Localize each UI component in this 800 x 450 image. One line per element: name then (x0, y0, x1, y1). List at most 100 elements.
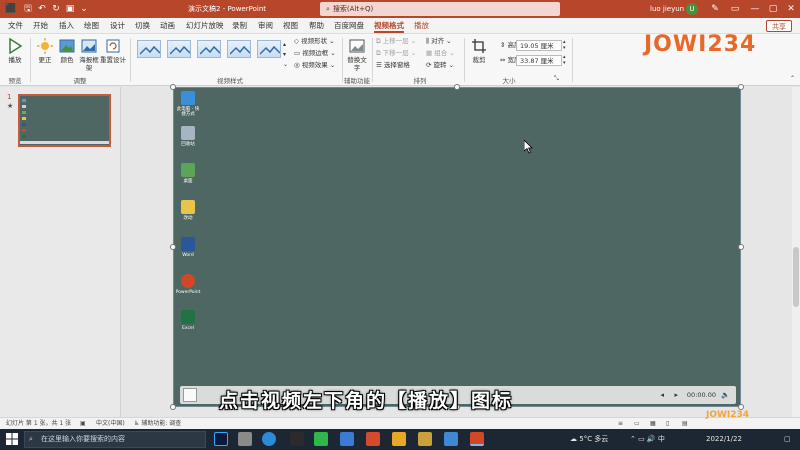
tab-slideshow[interactable]: 幻灯片放映 (186, 18, 224, 34)
slide-sorter-icon[interactable]: ▦ (650, 418, 656, 429)
autosave-icon[interactable]: ⬛ (5, 2, 17, 16)
styles-scroll-icon[interactable]: ▴ ▾ ⌄ (283, 40, 288, 70)
save-icon[interactable]: 🖫 (22, 2, 34, 16)
tab-design[interactable]: 设计 (110, 18, 125, 34)
alt-text-icon (349, 39, 365, 53)
vertical-scrollbar[interactable] (792, 87, 800, 417)
app-icon[interactable] (418, 432, 432, 446)
scrollbar-thumb[interactable] (793, 247, 799, 307)
language-indicator[interactable]: 中文(中国) (96, 418, 125, 429)
reset-design-button[interactable]: 重置设计 (100, 38, 126, 64)
crop-button[interactable]: 裁剪 (468, 38, 490, 64)
clock-date[interactable]: 2022/1/22 (706, 429, 742, 450)
video-effects-button[interactable]: ◎ 视频效果 ⌄ (294, 60, 335, 70)
tab-view[interactable]: 视图 (283, 18, 298, 34)
seek-forward-icon[interactable]: ▸ (674, 386, 678, 404)
customize-quick-access-icon[interactable]: ⌄ (78, 2, 90, 16)
video-border-button[interactable]: ▭ 视频边框 ⌄ (294, 48, 336, 58)
rotate-button[interactable]: ⟳ 旋转 ⌄ (426, 60, 454, 70)
reading-view-icon[interactable]: ▯ (666, 418, 669, 429)
bring-forward-button[interactable]: ⧉ 上移一层 ⌄ (376, 36, 416, 46)
resize-handle[interactable] (170, 404, 176, 410)
avatar[interactable]: U (686, 3, 698, 15)
size-dialog-launcher-icon[interactable]: ⤡ (554, 74, 559, 84)
notification-icon[interactable]: ▢ (784, 429, 791, 450)
group-button[interactable]: ▦ 组合 ⌄ (426, 48, 455, 58)
width-spinner[interactable]: ▴ ▾ (563, 54, 566, 66)
video-play-button[interactable] (183, 388, 197, 402)
pen-icon[interactable]: ✎ (708, 2, 722, 16)
tab-playback[interactable]: 播放 (414, 18, 429, 34)
file-explorer-icon[interactable] (392, 432, 406, 446)
powerpoint-taskbar-icon[interactable] (470, 432, 484, 446)
user-name[interactable]: luo jieyun (650, 0, 684, 18)
resize-handle[interactable] (738, 84, 744, 90)
qq-app-icon[interactable] (290, 432, 304, 446)
video-shape-button[interactable]: ◇ 视频形状 ⌄ (294, 36, 335, 46)
normal-view-icon[interactable]: ▭ (634, 418, 640, 429)
windows-start-icon[interactable] (6, 433, 18, 445)
video-style-thumb-3[interactable] (197, 40, 221, 58)
weather-widget[interactable]: ☁ 5°C 多云 (570, 429, 608, 450)
photoshop-app-icon[interactable] (214, 432, 228, 446)
accessibility-status[interactable]: ♿ 辅助功能: 调查 (134, 418, 181, 429)
redo-icon[interactable]: ↻ (50, 2, 62, 16)
share-button[interactable]: 共享 (766, 20, 792, 32)
app-icon[interactable] (238, 432, 252, 446)
selection-pane-button[interactable]: ☰ 选择窗格 (376, 60, 410, 70)
tab-review[interactable]: 审阅 (258, 18, 273, 34)
search-input[interactable]: ⌕ 搜索(Alt+Q) (320, 2, 560, 16)
height-input[interactable]: 19.05 厘米 (516, 40, 562, 51)
play-button[interactable]: 播放 (4, 38, 26, 64)
wechat-app-icon[interactable] (314, 432, 328, 446)
video-object[interactable]: 此电脑 - 快捷方式 回收站 桌面 改动 Word PowerPoint Exc… (173, 87, 741, 407)
video-style-thumb-1[interactable] (137, 40, 161, 58)
tab-record[interactable]: 录制 (232, 18, 247, 34)
undo-icon[interactable]: ↶ (36, 2, 48, 16)
height-spinner[interactable]: ▴ ▾ (563, 39, 566, 51)
video-style-thumb-2[interactable] (167, 40, 191, 58)
divider (30, 38, 31, 82)
send-backward-button[interactable]: ⧉ 下移一层 ⌄ (376, 48, 416, 58)
app-icon[interactable] (444, 432, 458, 446)
tab-animations[interactable]: 动画 (160, 18, 175, 34)
close-icon[interactable]: ✕ (784, 2, 798, 16)
tray-icons[interactable]: ⌃ ▭ 🔊 中 (630, 429, 665, 450)
resize-handle[interactable] (170, 244, 176, 250)
poster-frame-button[interactable]: 海报框架 (78, 38, 100, 72)
resize-handle[interactable] (738, 244, 744, 250)
minimize-icon[interactable]: — (748, 2, 762, 16)
alt-text-button[interactable]: 替换文字 (346, 38, 368, 72)
slideshow-view-icon[interactable]: ▤ (682, 418, 688, 429)
spelling-icon[interactable]: ▣ (80, 418, 86, 429)
ribbon-display-icon[interactable]: ▭ (728, 2, 742, 16)
tab-video-format[interactable]: 视频格式 (374, 18, 404, 34)
taskbar-search-input[interactable]: ⌕ 在这里输入你要搜索的内容 (24, 431, 206, 448)
video-style-thumb-4[interactable] (227, 40, 251, 58)
tab-baidu-netdisk[interactable]: 百度网盘 (334, 18, 364, 34)
color-button[interactable]: 颜色 (56, 38, 78, 64)
seek-back-icon[interactable]: ◂ (660, 386, 664, 404)
maximize-icon[interactable]: ▢ (766, 2, 780, 16)
align-button[interactable]: ⫼ 对齐 ⌄ (426, 36, 452, 46)
tab-home[interactable]: 开始 (33, 18, 48, 34)
collapse-ribbon-icon[interactable]: ⌃ (790, 74, 795, 84)
tab-insert[interactable]: 插入 (59, 18, 74, 34)
start-slideshow-icon[interactable]: ▣ (64, 2, 76, 16)
app-icon[interactable] (366, 432, 380, 446)
correct-button[interactable]: 更正 (34, 38, 56, 64)
video-time: 00:00.00 (686, 391, 716, 399)
tab-file[interactable]: 文件 (8, 18, 23, 34)
width-input[interactable]: 33.87 厘米 (516, 55, 562, 66)
video-style-thumb-5[interactable] (257, 40, 281, 58)
tab-draw[interactable]: 绘图 (84, 18, 99, 34)
volume-icon[interactable]: 🔈 (721, 386, 730, 404)
resize-handle[interactable] (170, 84, 176, 90)
resize-handle[interactable] (454, 84, 460, 90)
app-icon[interactable] (340, 432, 354, 446)
edge-browser-icon[interactable] (262, 432, 276, 446)
slide-thumbnail[interactable] (18, 94, 111, 147)
tab-help[interactable]: 帮助 (309, 18, 324, 34)
notes-icon[interactable]: ≡ (618, 418, 623, 429)
tab-transitions[interactable]: 切换 (135, 18, 150, 34)
